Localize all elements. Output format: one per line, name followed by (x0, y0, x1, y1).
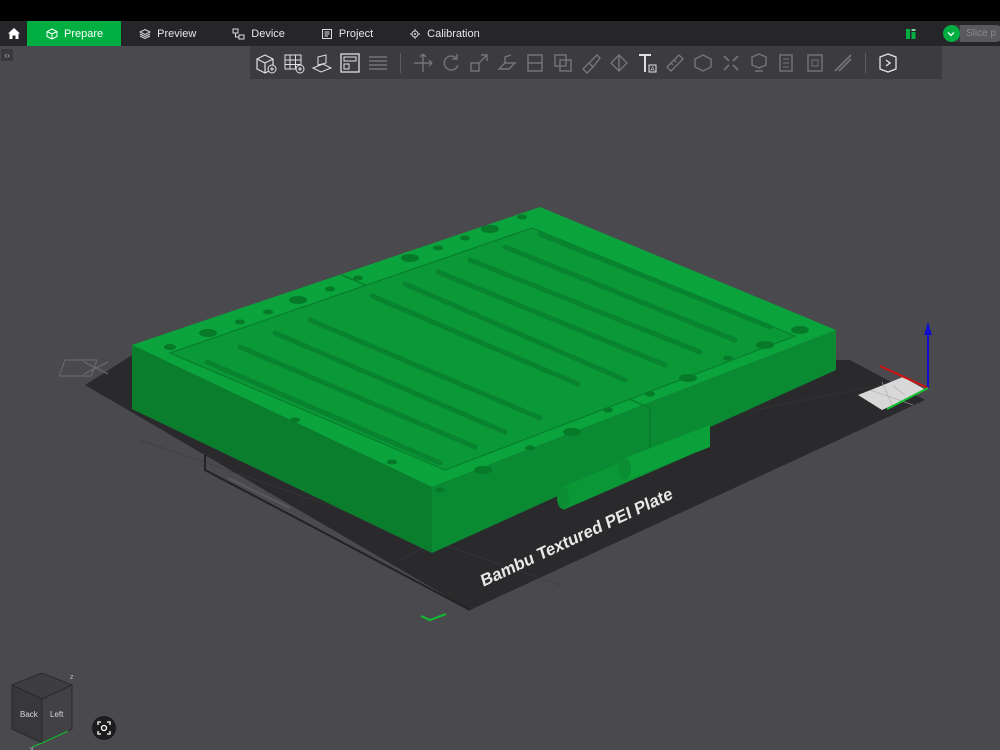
focus-camera-icon (97, 721, 111, 735)
seam-paint-icon (610, 53, 628, 72)
tab-device[interactable]: Device (214, 21, 303, 46)
assembly-icon (694, 53, 712, 72)
scale-button[interactable] (467, 50, 491, 76)
measure-icon (666, 53, 684, 72)
toolbar-separator (865, 52, 866, 73)
layers-icon (139, 28, 152, 39)
slice-group: Slice p (942, 25, 1000, 42)
lay-on-face-button[interactable] (495, 50, 519, 76)
tabbar-right: Slice p (905, 21, 1000, 46)
layer-list-button[interactable] (366, 50, 390, 76)
cut-icon (527, 53, 543, 72)
split-objects-icon (723, 54, 739, 71)
chevron-down-icon (948, 31, 955, 36)
split-parts-button[interactable] (747, 50, 771, 76)
toolbar-separator (400, 52, 401, 73)
orient-icon (311, 53, 333, 73)
slice-dropdown[interactable] (942, 25, 960, 42)
scale-icon (470, 53, 488, 72)
more-button[interactable] (876, 50, 900, 76)
collapse-arrows-icon: ‹› (4, 50, 10, 60)
device-icon (232, 28, 245, 39)
mesh-repair-button[interactable] (803, 50, 827, 76)
support-paint-icon (582, 53, 601, 74)
rotate-icon (443, 53, 459, 71)
split-parts-icon (751, 52, 767, 72)
plate-layout-icon (340, 52, 360, 73)
support-paint-button[interactable] (579, 50, 603, 76)
nav-cube-axis-z: z (70, 674, 74, 681)
add-object-icon (256, 53, 277, 74)
tab-label: Project (338, 27, 374, 40)
arrange-grid-icon (284, 54, 305, 73)
variable-height-button[interactable] (775, 50, 799, 76)
sidebar-toggle[interactable]: ‹› (1, 49, 13, 61)
calibration-icon (410, 28, 421, 39)
seam-paint-button[interactable] (607, 50, 631, 76)
slice-button[interactable]: Slice p (959, 25, 1000, 42)
tab-label: Device (251, 27, 285, 40)
main-tabbar: Prepare Preview Device Project Calibrati… (0, 21, 1000, 46)
tab-calibration[interactable]: Calibration (391, 21, 498, 46)
orient-button[interactable] (310, 50, 334, 76)
arrange-button[interactable] (282, 50, 306, 76)
assembly-button[interactable] (691, 50, 715, 76)
home-button[interactable] (0, 21, 27, 46)
document-icon (321, 28, 332, 39)
add-object-button[interactable] (254, 50, 278, 76)
tab-label: Calibration (427, 27, 480, 40)
variable-height-icon (779, 53, 793, 72)
tab-project[interactable]: Project (303, 21, 391, 46)
window-top-strip (0, 0, 1000, 21)
app-window: Prepare Preview Device Project Calibrati… (0, 0, 1000, 750)
brim-ears-icon (834, 53, 852, 72)
reset-view-button[interactable] (92, 716, 116, 740)
mold-model[interactable] (132, 207, 836, 553)
tab-label: Preview (157, 27, 197, 40)
svg-text:A: A (651, 67, 655, 73)
nav-cube-face-left[interactable]: Left (50, 710, 64, 719)
plate-layout-button[interactable] (338, 50, 362, 76)
cube-icon (46, 27, 58, 40)
navigation-cube[interactable]: Back Left z y (10, 673, 80, 750)
slice-button-label: Slice p (965, 28, 996, 39)
measure-button[interactable] (663, 50, 687, 76)
sidebar-layout-icon[interactable] (905, 28, 917, 40)
rotate-button[interactable] (439, 50, 463, 76)
main-toolbar: A (250, 46, 942, 79)
layer-list-icon (369, 55, 387, 70)
3d-viewport[interactable]: Bambu Textured PEI Plate ‹› A Back Left … (0, 46, 1000, 750)
tab-prepare[interactable]: Prepare (27, 21, 122, 46)
nav-cube-face-back[interactable]: Back (20, 710, 39, 719)
move-button[interactable] (411, 50, 435, 76)
tab-preview[interactable]: Preview (121, 21, 214, 46)
split-objects-button[interactable] (719, 50, 743, 76)
brim-ears-button[interactable] (831, 50, 855, 76)
boolean-button[interactable] (551, 50, 575, 76)
boolean-icon (554, 53, 572, 72)
origin-marker (420, 613, 447, 622)
lay-on-face-icon (497, 53, 517, 70)
more-icon (879, 52, 897, 73)
text-emboss-button[interactable]: A (635, 50, 659, 76)
mesh-repair-icon (807, 53, 823, 72)
home-icon (7, 28, 20, 39)
build-scene[interactable]: Bambu Textured PEI Plate (0, 46, 1000, 750)
move-icon (414, 53, 433, 72)
cut-button[interactable] (523, 50, 547, 76)
axis-gizmo (858, 322, 932, 410)
tab-label: Prepare (64, 27, 104, 40)
text-emboss-icon: A (639, 53, 657, 73)
